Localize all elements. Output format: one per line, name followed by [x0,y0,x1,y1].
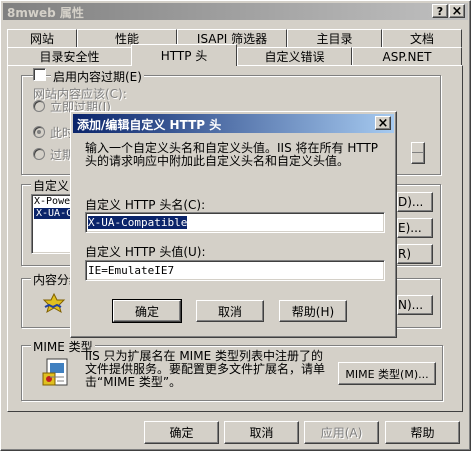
dialog-cancel-button[interactable]: 取消 [196,300,264,322]
tab-label: 主目录 [316,32,353,46]
window-title: 8mweb 属性 [7,6,84,20]
ok-button[interactable]: 确定 [144,421,219,444]
dialog-ok-button[interactable]: 确定 [112,299,182,323]
footer-help-button[interactable]: 帮助 [385,421,460,444]
tab-label: 文档 [409,32,434,46]
header-name-label: 自定义 HTTP 头名(C): [85,198,206,212]
mime-types-button[interactable]: MIME 类型(M)... [338,362,436,385]
tab-label: ASP.NET [382,49,432,64]
radio-expire-at[interactable] [33,148,45,160]
button-label: 取消 [217,304,242,319]
button-label: E)... [398,221,422,235]
dialog-title: 添加/编辑自定义 HTTP 头 [77,118,222,132]
tab-label: 目录安全性 [39,50,100,64]
edit-rating-button[interactable]: N)... [397,295,433,315]
add-header-button[interactable]: D)... [397,192,433,212]
tab-documents[interactable]: 文档 [382,29,462,47]
header-name-input[interactable]: X-UA-Compatible [85,212,385,233]
button-label: 确定 [169,426,194,440]
tab-home-directory[interactable]: 主目录 [287,29,382,47]
remove-header-button[interactable]: R) [397,244,433,264]
button-label: 确定 [134,304,159,319]
apply-button[interactable]: 应用(A) [304,421,379,444]
enable-expiration-checkbox[interactable] [33,68,46,81]
tab-directory-security[interactable]: 目录安全性 [7,47,132,65]
rating-icon [41,292,67,315]
custom-header-dialog: 添加/编辑自定义 HTTP 头 × 输入一个自定义头名和自定义头值。IIS 将在… [70,111,397,338]
header-value-label: 自定义 HTTP 头值(U): [85,245,206,259]
radio-expire-after[interactable] [33,126,45,138]
close-icon: × [377,115,389,131]
custom-headers-label: 自定义 [31,177,72,194]
header-value-value: IE=EmulateIE7 [88,264,175,277]
button-label: N)... [398,298,424,312]
button-label: R) [398,247,412,261]
dialog-instructions: 输入一个自定义头名和自定义头值。IIS 将在所有 HTTP 头的请求响应中附加此… [85,141,379,168]
button-label: 应用(A) [320,426,363,440]
header-value-input[interactable]: IE=EmulateIE7 [85,260,385,281]
button-label: D)... [398,195,424,209]
tab-label: HTTP 头 [160,49,208,63]
help-button[interactable]: ? [432,4,448,18]
cancel-button[interactable]: 取消 [224,421,299,444]
mime-file-icon [41,357,73,389]
edit-header-button[interactable]: E)... [397,218,433,238]
mime-description: IIS 只为扩展名在 MIME 类型列表中注册了的文件提供服务。要配置更多文件扩… [85,349,326,389]
close-button[interactable]: × [449,3,465,19]
button-label: 取消 [249,426,274,440]
dialog-help-button[interactable]: 帮助(H) [279,300,347,322]
radio-expire-immediately[interactable] [33,100,45,112]
tab-label: 网站 [29,32,54,46]
dialog-titlebar[interactable]: 添加/编辑自定义 HTTP 头 × [73,114,394,133]
tab-label: 自定义错误 [264,50,325,64]
window-titlebar[interactable]: 8mweb 属性 ? × [3,3,468,20]
help-button-label: ? [436,4,444,18]
list-item[interactable]: X-Powe [34,196,70,207]
spinner[interactable] [411,142,425,164]
close-icon: × [451,3,463,19]
button-label: MIME 类型(M)... [345,367,429,381]
tab-custom-errors[interactable]: 自定义错误 [237,47,352,65]
button-label: 帮助 [410,426,435,440]
dialog-close-button[interactable]: × [375,115,391,131]
header-name-value: X-UA-Compatible [88,216,188,229]
enable-expiration-label[interactable]: 启用内容过期(E) [51,68,144,85]
list-item[interactable]: X-UA-C [34,208,75,219]
tab-website[interactable]: 网站 [7,29,77,47]
button-label: 帮助(H) [291,304,335,319]
tab-aspnet[interactable]: ASP.NET [352,47,462,65]
tab-http-headers[interactable]: HTTP 头 [131,44,237,66]
